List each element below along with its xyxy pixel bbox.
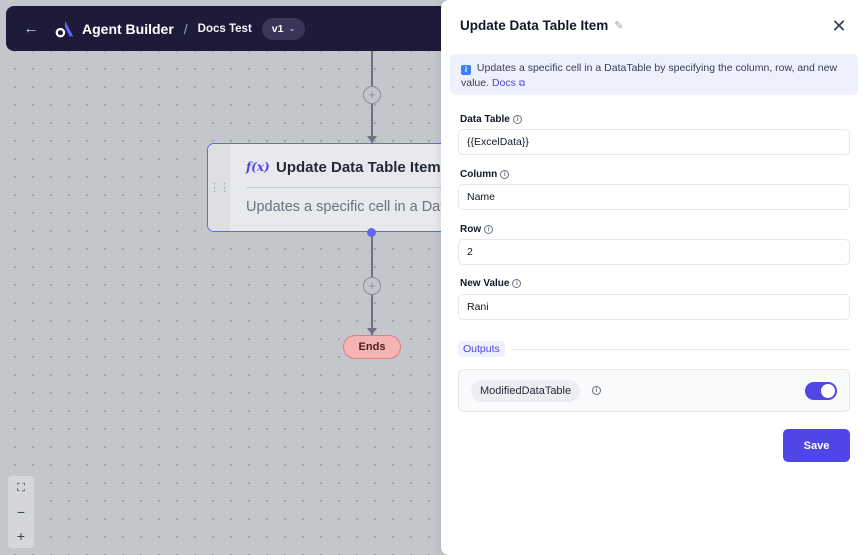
help-icon[interactable]: i bbox=[500, 170, 510, 179]
top-header: ← Agent Builder / Docs Test v1 ⌄ bbox=[6, 6, 476, 51]
back-arrow-icon[interactable]: ← bbox=[20, 18, 42, 40]
drag-handle-icon[interactable]: ⋮⋮ bbox=[208, 144, 230, 231]
node-divider bbox=[246, 187, 456, 188]
help-icon[interactable]: i bbox=[592, 386, 601, 395]
external-link-icon[interactable]: ⧉ bbox=[519, 78, 525, 88]
outputs-label: Outputs bbox=[458, 341, 505, 357]
chevron-down-icon: ⌄ bbox=[288, 24, 296, 33]
help-icon[interactable]: i bbox=[512, 115, 522, 124]
fit-view-icon[interactable]: ⛶ bbox=[8, 476, 34, 500]
data-table-label: Data Table i bbox=[460, 114, 522, 125]
output-item: ModifiedDataTable i bbox=[458, 369, 850, 412]
zoom-out-icon[interactable]: − bbox=[8, 500, 34, 524]
properties-panel: Update Data Table Item ✎ ✕ i Updates a s… bbox=[441, 0, 865, 555]
data-table-input[interactable]: {{ExcelData}} bbox=[458, 129, 850, 155]
add-step-plus-icon[interactable]: + bbox=[363, 277, 381, 295]
toggle-knob bbox=[821, 384, 835, 398]
zoom-in-icon[interactable]: + bbox=[8, 524, 34, 548]
node-title: Update Data Table Item bbox=[276, 159, 441, 176]
zoom-controls: ⛶ − + bbox=[8, 476, 34, 548]
version-label: v1 bbox=[271, 22, 284, 35]
output-enabled-toggle[interactable] bbox=[805, 382, 837, 400]
pencil-icon[interactable]: ✎ bbox=[614, 19, 623, 32]
info-box: i Updates a specific cell in a DataTable… bbox=[450, 54, 858, 95]
panel-title-text: Update Data Table Item bbox=[460, 18, 609, 33]
row-label: Row i bbox=[460, 224, 494, 235]
end-node[interactable]: Ends bbox=[343, 335, 401, 359]
docs-link[interactable]: Docs bbox=[492, 77, 516, 89]
workflow-node-update-data-table-item[interactable]: ⋮⋮ f(x) Update Data Table Item Updates a… bbox=[207, 143, 457, 232]
agent-builder-logo bbox=[55, 20, 74, 37]
help-icon[interactable]: i bbox=[512, 279, 522, 288]
column-input[interactable]: Name bbox=[458, 184, 850, 210]
panel-title: Update Data Table Item ✎ bbox=[460, 18, 624, 33]
row-input[interactable]: 2 bbox=[458, 239, 850, 265]
app-title: Agent Builder bbox=[82, 20, 174, 37]
close-icon[interactable]: ✕ bbox=[829, 16, 849, 36]
outputs-divider bbox=[510, 348, 850, 350]
version-dropdown[interactable]: v1 ⌄ bbox=[261, 17, 306, 40]
arrow-head-icon bbox=[367, 136, 377, 143]
add-step-plus-icon[interactable]: + bbox=[363, 86, 381, 104]
info-text: Updates a specific cell in a DataTable b… bbox=[461, 62, 838, 89]
new-value-input[interactable]: Rani bbox=[458, 294, 850, 320]
breadcrumb-project[interactable]: Docs Test bbox=[198, 23, 252, 35]
save-button[interactable]: Save bbox=[783, 429, 850, 462]
arrow-head-icon bbox=[367, 328, 377, 335]
new-value-label: New Value i bbox=[460, 278, 522, 289]
breadcrumb-separator: / bbox=[183, 20, 188, 37]
column-label: Column i bbox=[460, 169, 510, 180]
node-description: Updates a specific cell in a DataTable bbox=[246, 199, 456, 215]
function-icon: f(x) bbox=[246, 160, 270, 174]
outputs-section-header: Outputs bbox=[458, 341, 850, 357]
info-icon: i bbox=[461, 65, 471, 75]
output-variable-chip[interactable]: ModifiedDataTable bbox=[471, 380, 581, 402]
help-icon[interactable]: i bbox=[484, 225, 494, 234]
